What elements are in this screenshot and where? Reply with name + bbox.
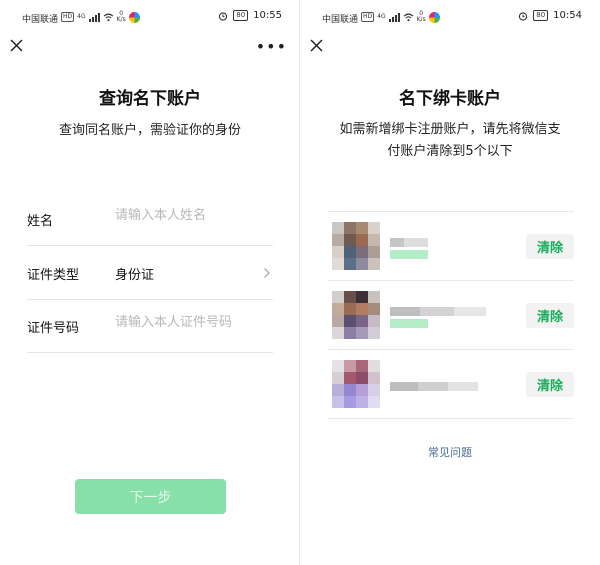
hd-badge: HD (361, 12, 375, 22)
page-subtitle: 如需新增绑卡注册账户，请先将微信支 付账户清除到5个以下 (320, 119, 580, 163)
account-avatar (332, 222, 380, 270)
battery-indicator: 80 (533, 10, 549, 21)
net-speed: 0 K/s (116, 10, 126, 23)
list-divider (328, 418, 574, 419)
clear-button[interactable]: 清除 (526, 303, 574, 328)
page-title: 名下绑卡账户 (399, 89, 501, 109)
status-bar: 中国联通 HD 4G 0 K/s 80 10:54 (300, 0, 600, 34)
subtitle-line-1: 如需新增绑卡注册账户，请先将微信支 (339, 122, 561, 137)
id-number-input[interactable] (115, 315, 265, 330)
faq-link[interactable]: 常见问题 (300, 444, 600, 460)
signal-icon (88, 12, 100, 22)
account-avatar (332, 360, 380, 408)
status-bar: 中国联通 HD 4G 0 K/s 80 10:55 (0, 0, 299, 34)
bound-accounts-screen: 中国联通 HD 4G 0 K/s 80 10:54 名下绑卡账户 如需新增绑卡注… (300, 0, 600, 565)
clear-button[interactable]: 清除 (526, 234, 574, 259)
alarm-icon (519, 11, 528, 21)
name-label: 姓名 (27, 214, 54, 229)
status-time: 10:55 (253, 10, 282, 21)
name-input[interactable] (115, 208, 265, 223)
more-icon[interactable]: ••• (256, 37, 287, 56)
status-time: 10:54 (553, 10, 582, 21)
account-name-redacted (390, 301, 486, 316)
status-icons: HD 4G 0 K/s (361, 11, 440, 23)
page-title: 查询名下账户 (99, 89, 201, 109)
wifi-icon (403, 13, 413, 21)
close-icon[interactable] (9, 38, 25, 54)
verify-identity-screen: 中国联通 HD 4G 0 K/s 80 10:55 ••• 查询名下账户 查询同… (0, 0, 300, 565)
status-right: 80 10:55 (218, 10, 282, 21)
name-row: 姓名 (27, 192, 273, 246)
id-number-row: 证件号码 (27, 299, 273, 353)
carrier-label: 中国联通 (322, 15, 359, 25)
close-icon[interactable] (309, 38, 325, 54)
id-type-label: 证件类型 (27, 268, 80, 283)
chevron-right-icon (264, 268, 270, 278)
signal-icon (388, 12, 400, 22)
status-right: 80 10:54 (518, 10, 582, 21)
next-button[interactable]: 下一步 (75, 479, 226, 514)
hd-badge: HD (61, 12, 75, 22)
id-number-label: 证件号码 (27, 321, 80, 336)
page-subtitle: 查询同名账户，需验证你的身份 (58, 123, 241, 138)
net-type-label: 4G (377, 13, 386, 20)
carrier-label: 中国联通 (22, 15, 59, 25)
account-tag-redacted (390, 250, 428, 259)
subtitle-line-2: 付账户清除到5个以下 (387, 144, 513, 159)
status-icons: HD 4G 0 K/s (61, 11, 140, 23)
id-type-value: 身份证 (115, 268, 155, 283)
alarm-icon (219, 11, 228, 21)
app-badge-icon (128, 11, 140, 23)
account-row: 清除 (328, 350, 574, 418)
app-badge-icon (428, 11, 440, 23)
account-row: 清除 (328, 212, 574, 280)
account-name-redacted (390, 376, 478, 391)
battery-indicator: 80 (233, 10, 249, 21)
account-row: 清除 (328, 281, 574, 349)
wifi-icon (103, 13, 113, 21)
id-type-row[interactable]: 证件类型 身份证 (27, 246, 273, 300)
clear-button[interactable]: 清除 (526, 372, 574, 397)
net-speed: 0 K/s (416, 10, 426, 23)
net-type-label: 4G (77, 13, 86, 20)
account-name-redacted (390, 232, 428, 247)
account-tag-redacted (390, 319, 428, 328)
account-avatar (332, 291, 380, 339)
